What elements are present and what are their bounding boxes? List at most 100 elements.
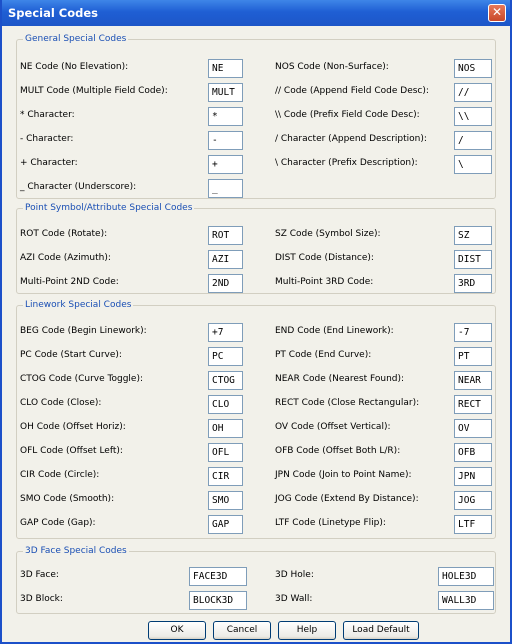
linework-row-6: OFL Code (Offset Left): OFL OFB Code (Of… xyxy=(17,443,495,463)
ne-code-label: NE Code (No Elevation): xyxy=(20,62,129,72)
jpn-code-label: JPN Code (Join to Point Name): xyxy=(275,470,412,480)
rect-code-field[interactable]: RECT xyxy=(454,395,492,414)
3d-block-field[interactable]: BLOCK3D xyxy=(189,591,247,610)
clo-code-label: CLO Code (Close): xyxy=(20,398,102,408)
3d-block-label: 3D Block: xyxy=(20,594,63,604)
point-group-legend: Point Symbol/Attribute Special Codes xyxy=(25,203,193,213)
smo-code-label: SMO Code (Smooth): xyxy=(20,494,115,504)
close-button[interactable]: ✕ xyxy=(488,4,506,22)
load-default-button[interactable]: Load Default xyxy=(343,621,419,640)
ctog-code-field[interactable]: CTOG xyxy=(208,371,243,390)
gap-code-field[interactable]: GAP xyxy=(208,515,243,534)
linework-row-9: GAP Code (Gap): GAP LTF Code (Linetype F… xyxy=(17,515,495,535)
cir-code-label: CIR Code (Circle): xyxy=(20,470,100,480)
linework-row-4: CLO Code (Close): CLO RECT Code (Close R… xyxy=(17,395,495,415)
near-code-field[interactable]: NEAR xyxy=(454,371,492,390)
ne-code-field[interactable]: NE xyxy=(208,59,243,78)
prefix-description-field[interactable]: \ xyxy=(454,155,492,174)
append-description-label: / Character (Append Description): xyxy=(275,134,427,144)
underscore-character-label: _ Character (Underscore): xyxy=(20,182,137,192)
dist-code-label: DIST Code (Distance): xyxy=(275,253,374,263)
prefix-field-code-label: \\ Code (Prefix Field Code Desc): xyxy=(275,110,420,120)
linework-row-8: SMO Code (Smooth): SMO JOG Code (Extend … xyxy=(17,491,495,511)
face-3d-codes-group: 3D Face Special Codes 3D Face: FACE3D 3D… xyxy=(16,546,496,614)
sz-code-field[interactable]: SZ xyxy=(454,226,492,245)
multi-point-2nd-label: Multi-Point 2ND Code: xyxy=(20,277,119,287)
linework-group-legend: Linework Special Codes xyxy=(25,300,132,310)
clo-code-field[interactable]: CLO xyxy=(208,395,243,414)
jog-code-field[interactable]: JOG xyxy=(454,491,492,510)
general-row-5: + Character: + \ Character (Prefix Descr… xyxy=(17,155,495,175)
rot-code-field[interactable]: ROT xyxy=(208,226,243,245)
underscore-character-field[interactable]: _ xyxy=(208,179,243,198)
multi-point-2nd-field[interactable]: 2ND xyxy=(208,274,243,293)
general-row-1: NE Code (No Elevation): NE NOS Code (Non… xyxy=(17,59,495,79)
linework-row-1: BEG Code (Begin Linework): +7 END Code (… xyxy=(17,323,495,343)
special-codes-dialog: Special Codes ✕ General Special Codes NE… xyxy=(0,0,512,644)
plus-character-label: + Character: xyxy=(20,158,78,168)
face3d-group-legend: 3D Face Special Codes xyxy=(25,546,127,556)
oh-code-field[interactable]: OH xyxy=(208,419,243,438)
rect-code-label: RECT Code (Close Rectangular): xyxy=(275,398,420,408)
dist-code-field[interactable]: DIST xyxy=(454,250,492,269)
ov-code-field[interactable]: OV xyxy=(454,419,492,438)
star-character-label: * Character: xyxy=(20,110,75,120)
point-row-3: Multi-Point 2ND Code: 2ND Multi-Point 3R… xyxy=(17,274,495,294)
3d-hole-field[interactable]: HOLE3D xyxy=(438,567,494,586)
general-row-2: MULT Code (Multiple Field Code): MULT //… xyxy=(17,83,495,103)
ofb-code-field[interactable]: OFB xyxy=(454,443,492,462)
nos-code-label: NOS Code (Non-Surface): xyxy=(275,62,389,72)
close-icon: ✕ xyxy=(491,5,503,19)
3d-face-field[interactable]: FACE3D xyxy=(189,567,247,586)
near-code-label: NEAR Code (Nearest Found): xyxy=(275,374,405,384)
ov-code-label: OV Code (Offset Vertical): xyxy=(275,422,391,432)
multi-point-3rd-field[interactable]: 3RD xyxy=(454,274,492,293)
azi-code-label: AZI Code (Azimuth): xyxy=(20,253,111,263)
jog-code-label: JOG Code (Extend By Distance): xyxy=(275,494,419,504)
cir-code-field[interactable]: CIR xyxy=(208,467,243,486)
pt-code-field[interactable]: PT xyxy=(454,347,492,366)
nos-code-field[interactable]: NOS xyxy=(454,59,492,78)
gap-code-label: GAP Code (Gap): xyxy=(20,518,96,528)
dash-character-label: - Character: xyxy=(20,134,74,144)
jpn-code-field[interactable]: JPN xyxy=(454,467,492,486)
general-row-4: - Character: - / Character (Append Descr… xyxy=(17,131,495,151)
star-character-field[interactable]: * xyxy=(208,107,243,126)
append-description-field[interactable]: / xyxy=(454,131,492,150)
beg-code-label: BEG Code (Begin Linework): xyxy=(20,326,147,336)
help-button[interactable]: Help xyxy=(278,621,336,640)
3d-wall-field[interactable]: WALL3D xyxy=(438,591,494,610)
dash-character-field[interactable]: - xyxy=(208,131,243,150)
azi-code-field[interactable]: AZI xyxy=(208,250,243,269)
general-row-3: * Character: * \\ Code (Prefix Field Cod… xyxy=(17,107,495,127)
face3d-row-2: 3D Block: BLOCK3D 3D Wall: WALL3D xyxy=(17,591,495,611)
end-code-field[interactable]: -7 xyxy=(454,323,492,342)
point-symbol-codes-group: Point Symbol/Attribute Special Codes ROT… xyxy=(16,203,496,294)
linework-row-5: OH Code (Offset Horiz): OH OV Code (Offs… xyxy=(17,419,495,439)
rot-code-label: ROT Code (Rotate): xyxy=(20,229,108,239)
linework-row-7: CIR Code (Circle): CIR JPN Code (Join to… xyxy=(17,467,495,487)
general-row-6: _ Character (Underscore): _ xyxy=(17,179,495,199)
pc-code-field[interactable]: PC xyxy=(208,347,243,366)
end-code-label: END Code (End Linework): xyxy=(275,326,394,336)
point-row-1: ROT Code (Rotate): ROT SZ Code (Symbol S… xyxy=(17,226,495,246)
append-field-code-field[interactable]: // xyxy=(454,83,492,102)
beg-code-field[interactable]: +7 xyxy=(208,323,243,342)
plus-character-field[interactable]: + xyxy=(208,155,243,174)
prefix-field-code-field[interactable]: \\ xyxy=(454,107,492,126)
linework-codes-group: Linework Special Codes BEG Code (Begin L… xyxy=(16,300,496,539)
face3d-row-1: 3D Face: FACE3D 3D Hole: HOLE3D xyxy=(17,567,495,587)
prefix-description-label: \ Character (Prefix Description): xyxy=(275,158,418,168)
smo-code-field[interactable]: SMO xyxy=(208,491,243,510)
title-bar: Special Codes xyxy=(2,0,510,26)
ofl-code-label: OFL Code (Offset Left): xyxy=(20,446,123,456)
general-special-codes-group: General Special Codes NE Code (No Elevat… xyxy=(16,34,496,199)
window-title: Special Codes xyxy=(8,6,98,20)
ofl-code-field[interactable]: OFL xyxy=(208,443,243,462)
cancel-button[interactable]: Cancel xyxy=(213,621,271,640)
pc-code-label: PC Code (Start Curve): xyxy=(20,350,122,360)
multi-point-3rd-label: Multi-Point 3RD Code: xyxy=(275,277,374,287)
ltf-code-field[interactable]: LTF xyxy=(454,515,492,534)
mult-code-field[interactable]: MULT xyxy=(208,83,243,102)
ok-button[interactable]: OK xyxy=(148,621,206,640)
